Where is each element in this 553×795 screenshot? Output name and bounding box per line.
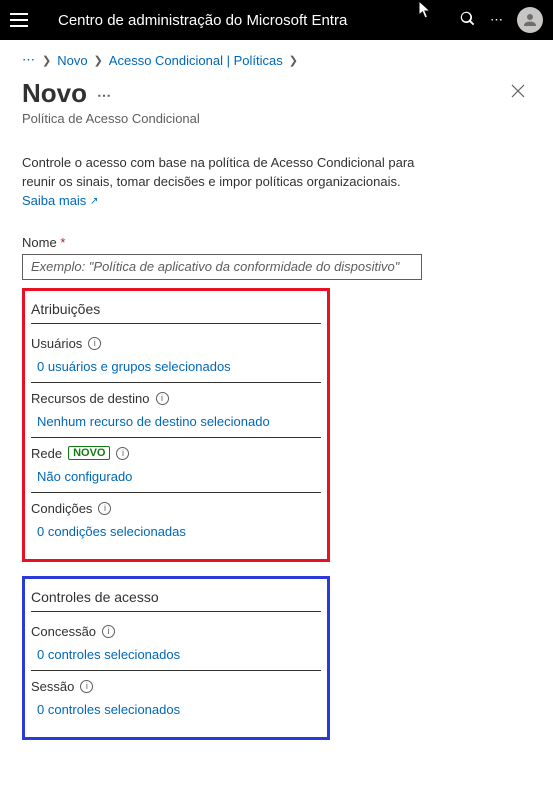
page-header: Novo ⋯ Política de Acesso Condicional (0, 74, 553, 126)
resources-group: Recursos de destino i Nenhum recurso de … (31, 389, 321, 438)
required-indicator: * (60, 235, 65, 250)
session-link[interactable]: 0 controles selecionados (31, 696, 321, 725)
info-icon[interactable]: i (98, 502, 111, 515)
conditions-group: Condições i 0 condições selecionadas (31, 499, 321, 547)
users-link[interactable]: 0 usuários e grupos selecionados (31, 353, 321, 383)
chevron-right-icon: ❯ (289, 54, 298, 67)
resources-link[interactable]: Nenhum recurso de destino selecionado (31, 408, 321, 438)
resources-label: Recursos de destino (31, 391, 150, 406)
network-link[interactable]: Não configurado (31, 463, 321, 493)
grant-label: Concessão (31, 624, 96, 639)
session-label: Sessão (31, 679, 74, 694)
name-input[interactable] (22, 254, 422, 280)
users-label: Usuários (31, 336, 82, 351)
avatar[interactable] (517, 7, 543, 33)
breadcrumb: ⋯ ❯ Novo ❯ Acesso Condicional | Política… (0, 40, 553, 74)
close-icon[interactable] (505, 78, 531, 107)
session-group: Sessão i 0 controles selecionados (31, 677, 321, 725)
page-subtitle: Política de Acesso Condicional (22, 111, 505, 126)
more-icon[interactable]: ⋯ (487, 12, 507, 28)
new-badge: NOVO (68, 446, 110, 460)
mouse-cursor (418, 0, 434, 20)
users-group: Usuários i 0 usuários e grupos seleciona… (31, 334, 321, 383)
info-icon[interactable]: i (116, 447, 129, 460)
name-label: Nome * (22, 235, 531, 250)
app-title: Centro de administração do Microsoft Ent… (38, 12, 447, 29)
topbar: Centro de administração do Microsoft Ent… (0, 0, 553, 40)
info-icon[interactable]: i (88, 337, 101, 350)
info-icon[interactable]: i (156, 392, 169, 405)
assignments-title: Atribuições (31, 297, 321, 324)
breadcrumb-more[interactable]: ⋯ (22, 52, 36, 68)
network-group: Rede NOVO i Não configurado (31, 444, 321, 493)
info-icon[interactable]: i (80, 680, 93, 693)
page-title: Novo (22, 78, 87, 109)
access-title: Controles de acesso (31, 585, 321, 612)
learn-more-link[interactable]: Saiba mais ↗ (22, 193, 98, 208)
chevron-right-icon: ❯ (94, 54, 103, 67)
conditions-link[interactable]: 0 condições selecionadas (31, 518, 321, 547)
info-icon[interactable]: i (102, 625, 115, 638)
page-more-icon[interactable]: ⋯ (97, 87, 111, 104)
search-icon[interactable] (457, 11, 477, 29)
external-link-icon: ↗ (90, 196, 98, 207)
breadcrumb-link-policies[interactable]: Acesso Condicional | Políticas (109, 53, 283, 68)
network-label: Rede (31, 446, 62, 461)
grant-group: Concessão i 0 controles selecionados (31, 622, 321, 671)
assignments-section: Atribuições Usuários i 0 usuários e grup… (22, 288, 330, 562)
access-controls-section: Controles de acesso Concessão i 0 contro… (22, 576, 330, 740)
intro-text: Controle o acesso com base na política d… (22, 154, 422, 211)
conditions-label: Condições (31, 501, 92, 516)
chevron-right-icon: ❯ (42, 54, 51, 67)
breadcrumb-link-novo[interactable]: Novo (57, 53, 87, 68)
menu-icon[interactable] (10, 13, 28, 27)
grant-link[interactable]: 0 controles selecionados (31, 641, 321, 671)
